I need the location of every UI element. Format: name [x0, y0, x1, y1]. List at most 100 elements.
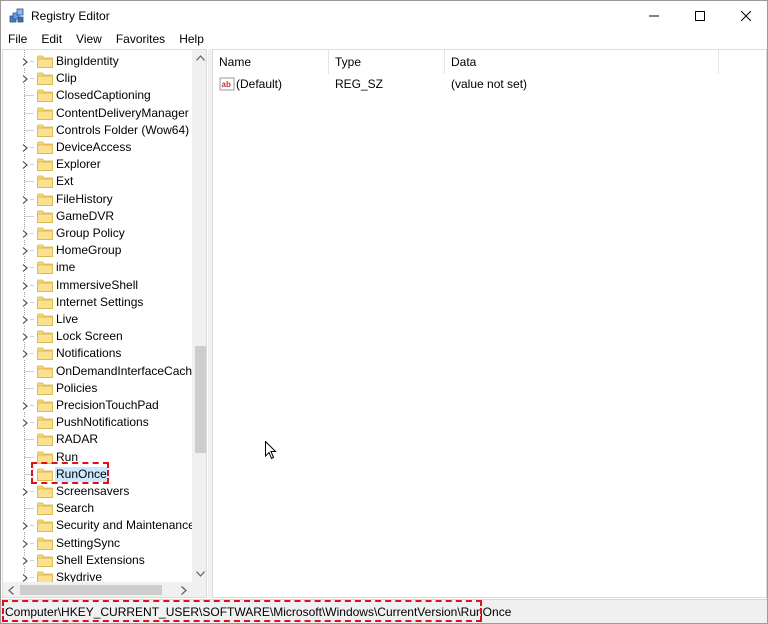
tree-item[interactable]: Screensavers: [3, 483, 193, 500]
minimize-button[interactable]: [631, 1, 677, 31]
tree-item[interactable]: ImmersiveShell: [3, 277, 193, 294]
value-row[interactable]: ab (Default) REG_SZ (value not set): [213, 74, 719, 94]
scroll-up-arrow[interactable]: [192, 50, 206, 66]
chevron-down-icon: [195, 571, 205, 577]
tree-connector: [10, 122, 34, 139]
folder-icon: [37, 227, 53, 240]
tree-item[interactable]: Controls Folder (Wow64): [3, 122, 193, 139]
tree-horizontal-scrollbar[interactable]: [3, 582, 192, 597]
expand-chevron-icon[interactable]: [20, 520, 30, 532]
close-button[interactable]: [723, 1, 768, 31]
tree-item[interactable]: Lock Screen: [3, 328, 193, 345]
folder-icon: [37, 89, 53, 103]
tree-item[interactable]: Explorer: [3, 156, 193, 173]
tree-item[interactable]: PrecisionTouchPad: [3, 397, 193, 414]
menu-edit[interactable]: Edit: [34, 31, 69, 49]
expand-chevron-icon[interactable]: [20, 417, 30, 429]
tree-item[interactable]: ime: [3, 259, 193, 276]
chevron-up-icon: [195, 55, 205, 61]
tree-vertical-scroll-thumb[interactable]: [195, 346, 206, 453]
tree-item[interactable]: Notifications: [3, 345, 193, 362]
expand-chevron-icon[interactable]: [20, 56, 30, 67]
tree-item[interactable]: DeviceAccess: [3, 139, 193, 156]
expand-chevron-icon[interactable]: [20, 348, 30, 360]
tree-item[interactable]: GameDVR: [3, 208, 193, 225]
tree-item[interactable]: Search: [3, 500, 193, 517]
expand-chevron-icon[interactable]: [20, 228, 30, 239]
expand-chevron-icon[interactable]: [20, 572, 30, 583]
tree-item-label: ContentDeliveryManager: [56, 105, 189, 120]
tree-connector: [10, 500, 34, 517]
tree-item[interactable]: BingIdentity: [3, 53, 193, 70]
expand-chevron-icon[interactable]: [20, 280, 30, 291]
column-header-name[interactable]: Name: [213, 50, 329, 74]
tree-item[interactable]: Shell Extensions: [3, 552, 193, 569]
key-path[interactable]: Computer\HKEY_CURRENT_USER\SOFTWARE\Micr…: [5, 605, 511, 619]
tree-item[interactable]: Internet Settings: [3, 294, 193, 311]
close-icon: [741, 11, 751, 21]
tree-item[interactable]: Security and Maintenance: [3, 517, 195, 534]
tree-item-label: BingIdentity: [56, 54, 119, 68]
tree-vertical-scrollbar[interactable]: [192, 50, 206, 582]
tree-connector: [10, 431, 34, 448]
tree-item-label: OnDemandInterfaceCache: [56, 363, 199, 378]
expand-chevron-icon[interactable]: [20, 159, 30, 171]
tree-connector: [10, 380, 34, 397]
expand-chevron-icon[interactable]: [20, 538, 30, 549]
folder-icon: [37, 313, 53, 326]
folder-icon: [37, 451, 53, 464]
tree-item[interactable]: Ext: [3, 173, 193, 190]
maximize-icon: [695, 11, 705, 21]
folder-icon: [37, 399, 53, 412]
tree-item[interactable]: HomeGroup: [3, 242, 193, 259]
scroll-right-arrow[interactable]: [176, 582, 192, 597]
expand-chevron-icon[interactable]: [20, 486, 30, 497]
tree-item[interactable]: ClosedCaptioning: [3, 87, 193, 104]
expand-chevron-icon[interactable]: [20, 331, 30, 343]
folder-icon: [37, 365, 53, 378]
folder-icon: [37, 124, 53, 137]
tree-item-label: HomeGroup: [56, 243, 122, 258]
maximize-button[interactable]: [677, 1, 723, 31]
menu-view[interactable]: View: [69, 31, 109, 49]
tree-item-label: Screensavers: [56, 484, 130, 498]
values-pane[interactable]: Name Type Data ab (Default) REG_SZ (valu…: [212, 49, 767, 598]
expand-chevron-icon[interactable]: [20, 314, 30, 325]
tree-horizontal-scroll-thumb[interactable]: [20, 585, 162, 595]
menu-file[interactable]: File: [1, 31, 34, 49]
tree-item[interactable]: SettingSync: [3, 535, 193, 552]
tree-item[interactable]: Clip: [3, 70, 193, 87]
tree-item-label: Internet Settings: [56, 294, 144, 309]
tree-item[interactable]: Live: [3, 311, 193, 328]
folder-icon: [37, 296, 53, 309]
tree-item[interactable]: FileHistory: [3, 191, 193, 208]
tree-item-label: Shell Extensions: [56, 552, 145, 567]
tree-connector: [10, 105, 34, 122]
tree-item[interactable]: RunOnce: [3, 466, 193, 483]
menu-favorites[interactable]: Favorites: [109, 31, 172, 49]
column-header-data[interactable]: Data: [445, 50, 719, 74]
tree-item[interactable]: OnDemandInterfaceCache: [3, 363, 199, 380]
expand-chevron-icon[interactable]: [20, 245, 30, 257]
menu-help[interactable]: Help: [172, 31, 211, 49]
expand-chevron-icon[interactable]: [20, 142, 30, 153]
expand-chevron-icon[interactable]: [20, 555, 30, 566]
expand-chevron-icon[interactable]: [20, 262, 30, 274]
key-tree-pane[interactable]: BingIdentity Clip ClosedCaptioning ContentD…: [2, 49, 207, 598]
tree-item[interactable]: ContentDeliveryManager: [3, 105, 193, 122]
column-header-type[interactable]: Type: [329, 50, 445, 74]
tree-item[interactable]: Run: [3, 449, 193, 466]
tree-item[interactable]: PushNotifications: [3, 414, 193, 431]
tree-item[interactable]: RADAR: [3, 431, 193, 448]
title-bar[interactable]: Registry Editor: [1, 1, 767, 31]
tree-connector: [10, 449, 34, 466]
tree-item[interactable]: Group Policy: [3, 225, 193, 242]
tree-item[interactable]: Policies: [3, 380, 193, 397]
expand-chevron-icon[interactable]: [20, 297, 30, 308]
scroll-down-arrow[interactable]: [192, 566, 206, 582]
expand-chevron-icon[interactable]: [20, 194, 30, 205]
expand-chevron-icon[interactable]: [20, 400, 30, 411]
folder-icon: [37, 55, 53, 68]
expand-chevron-icon[interactable]: [20, 73, 30, 85]
scroll-left-arrow[interactable]: [3, 582, 19, 597]
